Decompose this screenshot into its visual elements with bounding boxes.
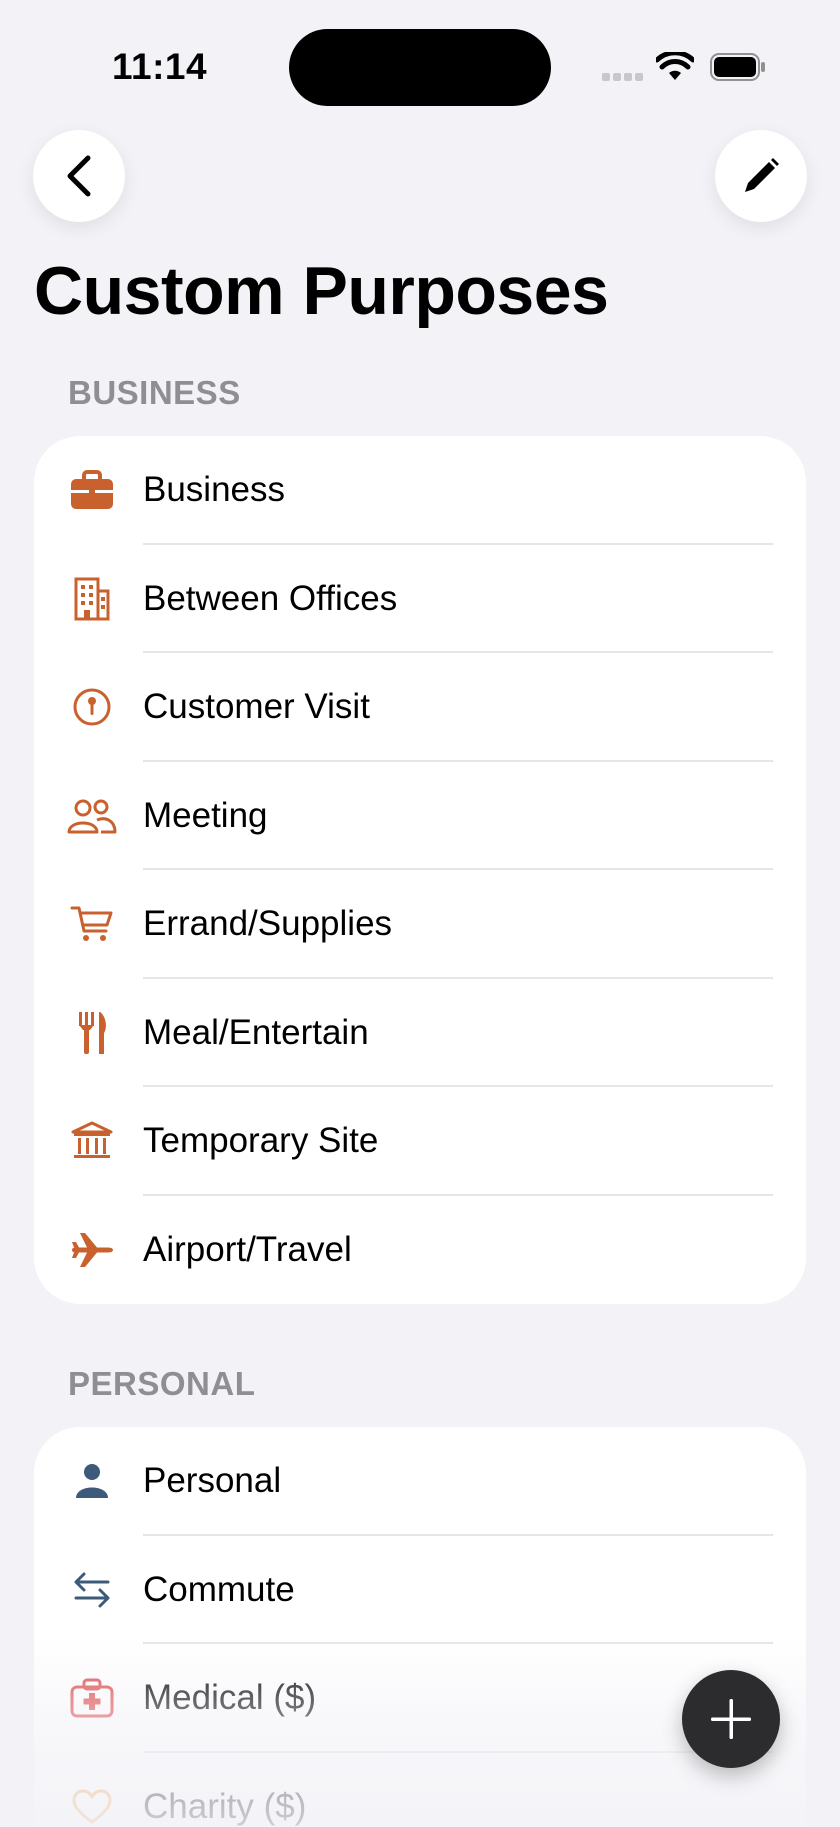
section-header-personal: PERSONAL [68,1365,256,1402]
list-item-commute[interactable]: Commute [34,1536,806,1644]
person-icon [67,1456,117,1506]
wifi-icon [656,52,694,80]
list-item-errand-supplies[interactable]: Errand/Supplies [34,870,806,979]
medical-kit-icon [67,1673,117,1723]
list-item-business[interactable]: Business [34,436,806,545]
personal-purposes-list: Personal Commute Medical ($) Charity ($) [34,1427,806,1827]
location-pin-icon [67,682,117,732]
list-item-personal[interactable]: Personal [34,1427,806,1536]
institution-icon [67,1116,117,1166]
list-item-charity[interactable]: Charity ($) [34,1753,806,1827]
list-item-label: Charity ($) [143,1786,307,1826]
status-bar: 11:14 [0,0,840,110]
list-item-label: Airport/Travel [143,1229,352,1269]
pencil-icon [745,158,779,192]
building-icon [67,574,117,624]
list-item-label: Medical ($) [143,1678,317,1718]
list-item-label: Customer Visit [143,687,370,727]
list-item-label: Meeting [143,795,268,835]
chevron-left-icon [67,155,91,197]
list-item-between-offices[interactable]: Between Offices [34,545,806,653]
list-item-label: Between Offices [143,578,398,618]
business-purposes-list: Business Between Offices Customer Visit … [34,436,806,1304]
cellular-signal-icon [602,73,644,83]
briefcase-icon [67,465,117,515]
battery-icon [710,53,765,81]
fork-knife-icon [67,1008,117,1058]
cart-icon [67,899,117,949]
list-item-label: Commute [143,1569,295,1609]
list-item-label: Temporary Site [143,1121,379,1161]
custom-purposes-screen: 11:14 Custom Purposes BUSINESS Business … [0,0,840,1827]
list-item-label: Errand/Supplies [143,904,393,944]
list-item-customer-visit[interactable]: Customer Visit [34,653,806,762]
airplane-icon [67,1225,117,1275]
section-header-business: BUSINESS [68,374,241,411]
list-item-label: Meal/Entertain [143,1012,369,1052]
list-item-meeting[interactable]: Meeting [34,762,806,870]
list-item-temporary-site[interactable]: Temporary Site [34,1087,806,1196]
arrows-swap-icon [67,1565,117,1615]
list-item-label: Business [143,470,286,510]
list-item-airport-travel[interactable]: Airport/Travel [34,1196,806,1305]
add-purpose-button[interactable] [682,1670,780,1768]
people-icon [67,791,117,841]
edit-button[interactable] [715,130,807,222]
page-title: Custom Purposes [34,253,609,329]
list-item-label: Personal [143,1461,282,1501]
back-button[interactable] [33,130,125,222]
dynamic-island [289,29,551,106]
list-item-meal-entertain[interactable]: Meal/Entertain [34,979,806,1087]
heart-icon [67,1782,117,1827]
status-time: 11:14 [112,46,208,87]
plus-icon [711,1699,751,1739]
